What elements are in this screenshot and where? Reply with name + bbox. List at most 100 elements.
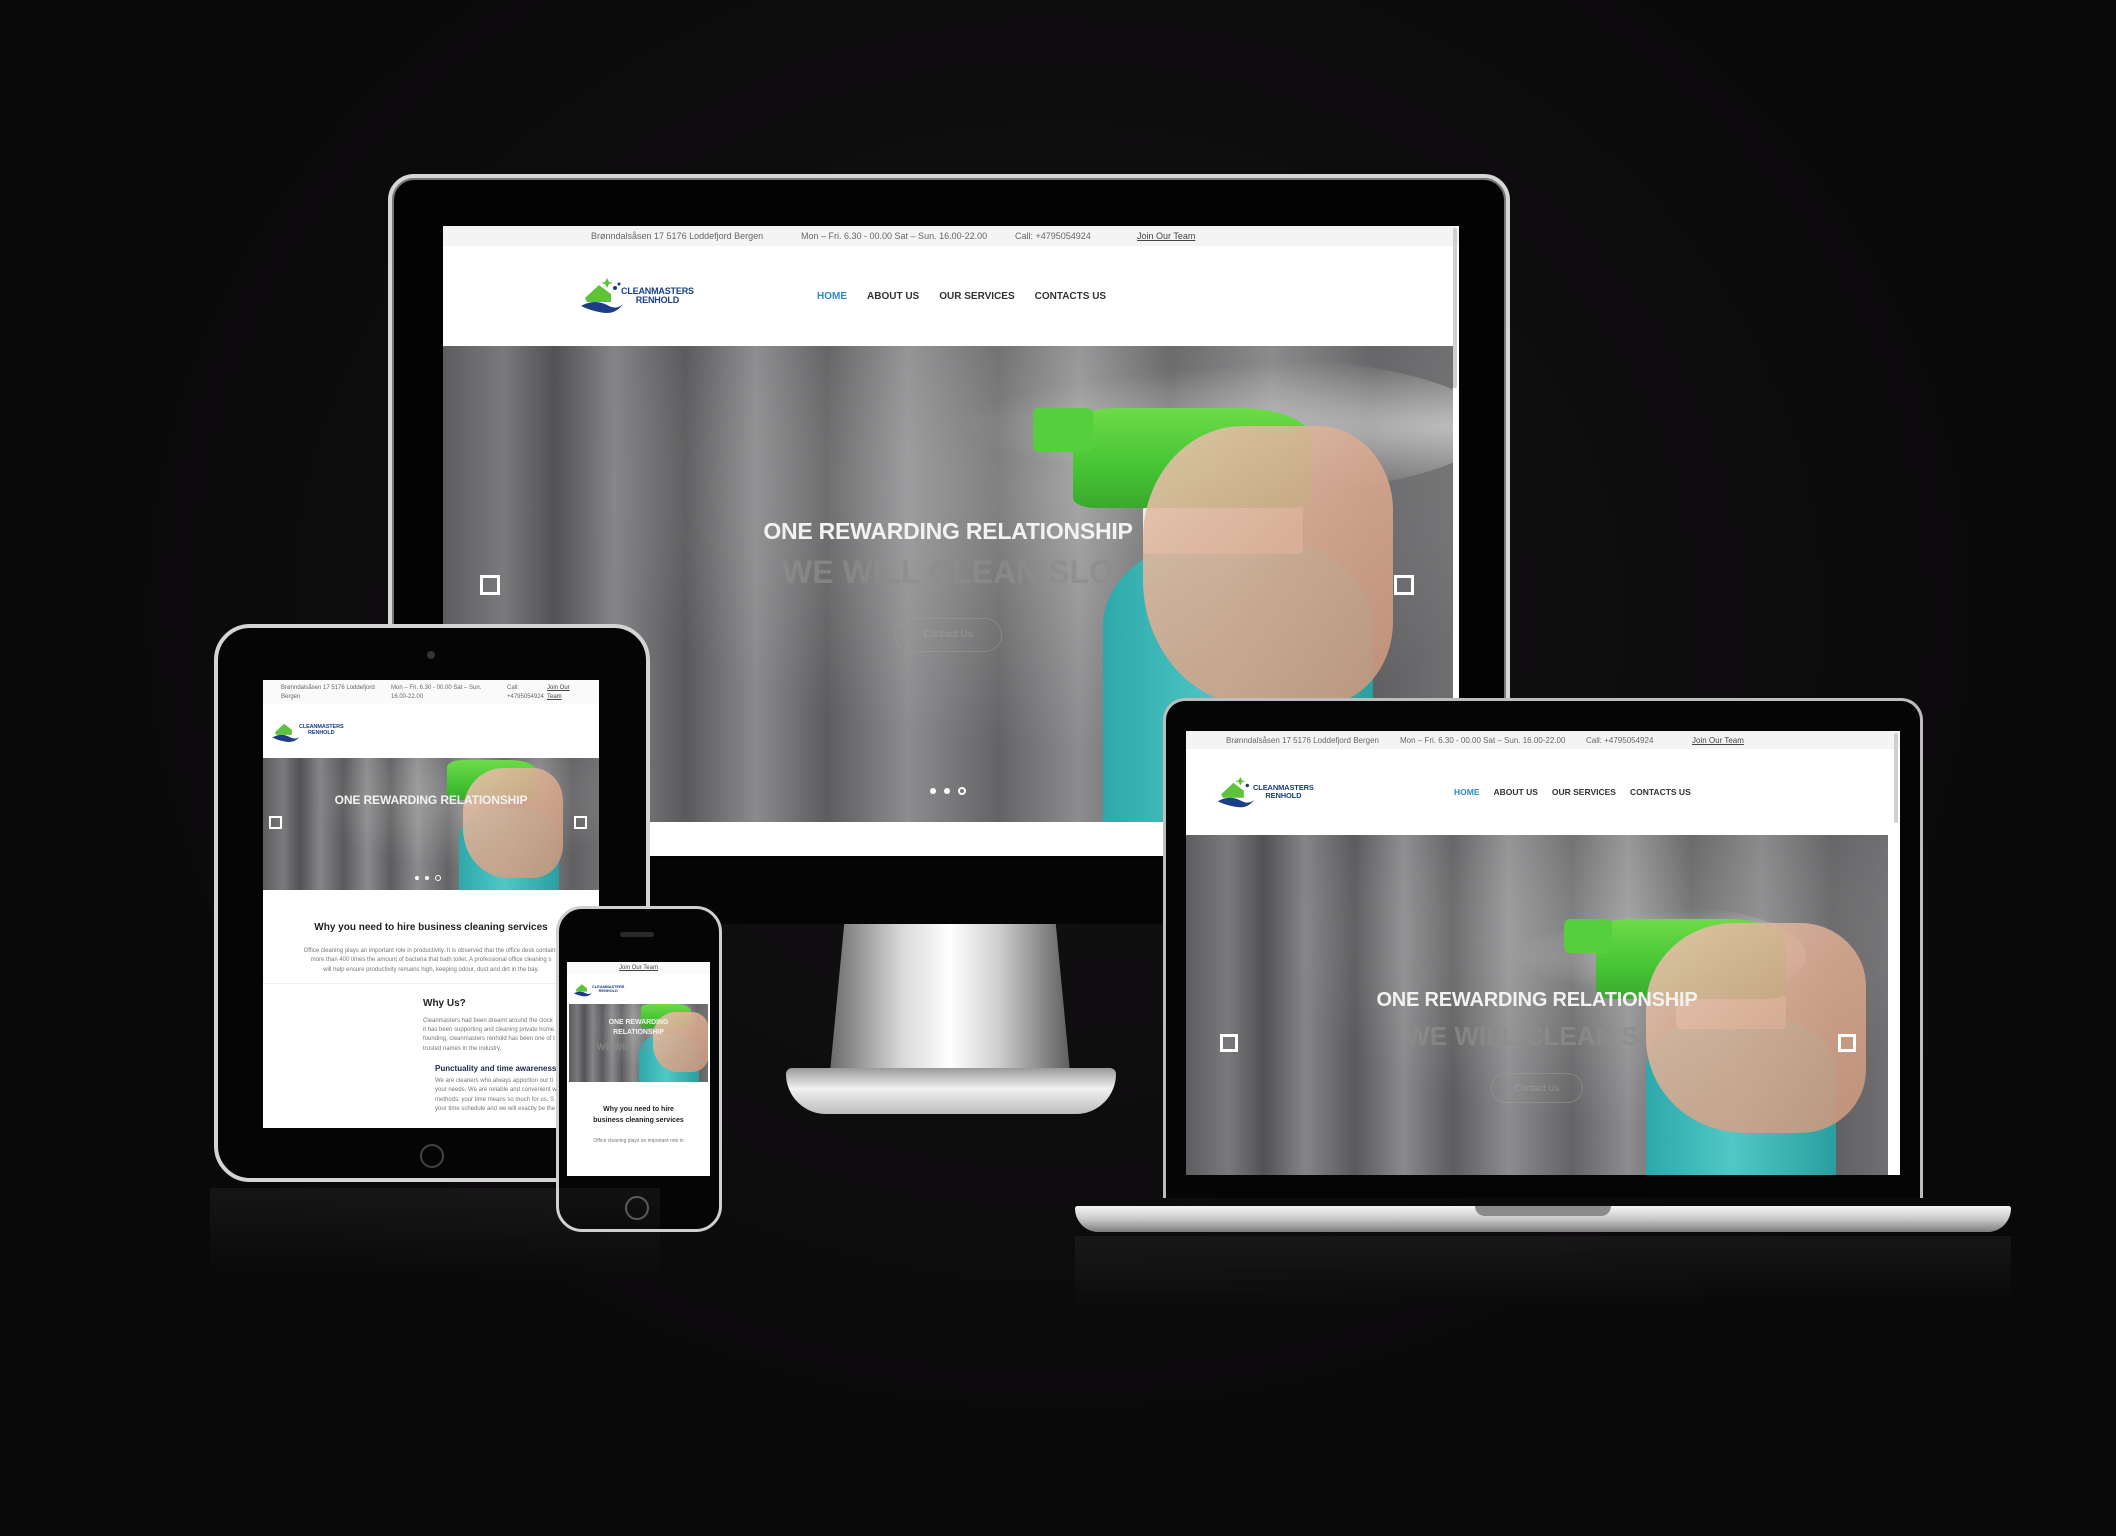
desktop-scrollbar[interactable]: [1453, 228, 1457, 388]
laptop-topbar: Brønndalsåsen 17 5176 Loddefjord Bergen …: [1186, 731, 1900, 749]
imac-stand-base: [786, 1068, 1116, 1114]
hero-contact-button[interactable]: Contact Us: [1491, 1073, 1583, 1103]
topbar-hours: Mon – Fri. 6.30 - 00.00 Sat – Sun.: [391, 685, 482, 691]
slider-pagination: [930, 787, 966, 795]
site-logo[interactable]: CLEANMASTERS RENHOLD: [1216, 775, 1470, 810]
slider-prev-icon[interactable]: [1220, 1034, 1238, 1052]
slider-prev-icon[interactable]: [480, 575, 500, 595]
section-text: Office cleaning plays an important role …: [593, 1138, 684, 1145]
tablet-hero: ONE REWARDING RELATIONSHIP: [263, 758, 599, 890]
pagination-dot[interactable]: [415, 876, 419, 880]
site-logo[interactable]: CLEANMASTERS RENHOLD: [579, 276, 837, 316]
section-title: Why you need to hire business cleaning s…: [573, 1104, 704, 1126]
main-nav: HOME ABOUT US OUR SERVICES CONTACTS US: [1454, 787, 1691, 797]
slider-next-icon[interactable]: [1838, 1034, 1856, 1052]
laptop-scrollbar[interactable]: [1894, 733, 1898, 823]
laptop-notch: [1475, 1206, 1611, 1216]
pagination-dot-active[interactable]: [958, 787, 966, 795]
hero-subtitle: WE WILL CLEAN SLO: [782, 554, 1114, 590]
topbar-hours: Mon – Fri. 6.30 - 00.00 Sat – Sun. 16.00…: [801, 231, 988, 241]
imac-stand-neck: [830, 922, 1070, 1072]
tablet-header: CLEANMASTERS RENHOLD: [263, 704, 599, 758]
logo-line2: RENHOLD: [308, 730, 335, 736]
slider-next-icon[interactable]: [574, 816, 587, 829]
nav-home[interactable]: HOME: [1454, 787, 1480, 797]
pagination-dot-active[interactable]: [435, 875, 441, 881]
slider-next-icon[interactable]: [1394, 575, 1414, 595]
nav-about[interactable]: ABOUT US: [1494, 787, 1538, 797]
logo-house-icon: [1217, 776, 1255, 807]
section-text-line: more than 400 times the amount of bacter…: [310, 957, 552, 964]
main-nav: HOME ABOUT US OUR SERVICES CONTACTS US: [817, 291, 1106, 302]
responsive-mockup-stage: Brønndalsåsen 17 5176 Loddefjord Bergen …: [0, 0, 2116, 1536]
tablet-content: Why you need to hire business cleaning s…: [263, 890, 599, 1114]
section-text-line: will help ensure productivity remains hi…: [323, 966, 539, 973]
slider-prev-icon[interactable]: [269, 816, 282, 829]
laptop-header: CLEANMASTERS RENHOLD HOME ABOUT US OUR S…: [1186, 749, 1900, 835]
logo-house-icon: [573, 984, 593, 997]
site-logo[interactable]: CLEANMASTERS RENHOLD: [573, 980, 624, 998]
join-team-link[interactable]: Join Our Team: [547, 684, 570, 702]
section-text-line: Office cleaning plays an important role …: [303, 948, 559, 954]
tablet-topbar: Brønndalsåsen 17 5176 Loddefjord Bergen …: [263, 680, 599, 704]
section-title-line2: business cleaning services: [593, 1117, 684, 1125]
section-title: Why you need to hire business cleaning s…: [314, 922, 548, 933]
topbar-address: Brønndalsåsen 17 5176 Loddefjord: [281, 685, 375, 691]
nav-services[interactable]: OUR SERVICES: [939, 291, 1014, 302]
logo-house-icon: [272, 723, 300, 743]
hero-title-line1: ONE REWARDING: [608, 1019, 669, 1026]
slider-pagination: [415, 875, 441, 881]
phone-header: CLEANMASTERS RENHOLD: [567, 974, 710, 1004]
hero-contact-button[interactable]: Contact Us: [894, 618, 1002, 652]
phone-website: Join Our Team CLEANMASTERS RENHOLD ONE R…: [567, 962, 710, 1176]
logo-text: CLEANMASTERS RENHOLD: [621, 286, 694, 306]
topbar-address-2: Bergen: [281, 694, 301, 700]
topbar-phone-2: +4795054924: [507, 694, 544, 700]
topbar-address: Brønndalsåsen 17 5176 Loddefjord Bergen: [591, 231, 764, 241]
hero-title: ONE REWARDING RELATIONSHIP: [763, 518, 1133, 544]
tablet-camera: [427, 651, 435, 659]
hero-title: ONE REWARDING RELATIONSHIP: [569, 1018, 708, 1038]
topbar-phone: Call: +4795054924: [1586, 735, 1654, 745]
logo-line2: RENHOLD: [1265, 791, 1302, 800]
tablet-website: Brønndalsåsen 17 5176 Loddefjord Bergen …: [263, 680, 599, 1128]
laptop-website: Brønndalsåsen 17 5176 Loddefjord Bergen …: [1186, 731, 1900, 1175]
phone-content: Why you need to hire business cleaning s…: [567, 1082, 710, 1146]
hero-subtitle: WE WILL CLEAN S: [1405, 1021, 1639, 1051]
section-text: Office cleaning plays an important role …: [277, 947, 585, 975]
logo-line2: RENHOLD: [635, 295, 680, 305]
join-team-link[interactable]: Join Our Team: [1137, 231, 1195, 241]
join-team-link[interactable]: Join Our Team: [1692, 736, 1744, 745]
nav-home[interactable]: HOME: [817, 291, 847, 302]
join-l2: Team: [547, 694, 562, 700]
nav-services[interactable]: OUR SERVICES: [1552, 787, 1616, 797]
nav-about[interactable]: ABOUT US: [867, 291, 919, 302]
phone-speaker: [620, 932, 654, 937]
nav-contacts[interactable]: CONTACTS US: [1035, 291, 1106, 302]
pagination-dot[interactable]: [930, 788, 936, 794]
topbar-hours: Mon – Fri. 6.30 - 00.00 Sat – Sun. 16.00…: [1400, 735, 1566, 745]
pagination-dot[interactable]: [944, 788, 950, 794]
hero-subtitle: WE WILL CL: [596, 1042, 651, 1052]
logo-house-icon: [579, 276, 625, 316]
topbar-phone: Call: +4795054924: [1015, 231, 1091, 241]
topbar-phone: Call:: [507, 685, 520, 691]
phone-topbar: Join Our Team: [567, 962, 710, 974]
divider: [263, 982, 599, 984]
floor-reflection: [210, 1188, 660, 1278]
hero-title: ONE REWARDING RELATIONSHIP: [334, 793, 528, 807]
section-title-line1: Why you need to hire: [603, 1106, 674, 1113]
tablet-home-button[interactable]: [420, 1144, 444, 1168]
site-logo[interactable]: CLEANMASTERS RENHOLD: [271, 718, 344, 744]
join-team-link[interactable]: Join Our Team: [619, 965, 658, 971]
desktop-topbar: Brønndalsåsen 17 5176 Loddefjord Bergen …: [443, 226, 1459, 246]
phone-hero: ONE REWARDING RELATIONSHIP WE WILL CL: [569, 1004, 708, 1082]
nav-contacts[interactable]: CONTACTS US: [1630, 787, 1691, 797]
floor-reflection: [1075, 1236, 2011, 1306]
pagination-dot[interactable]: [425, 876, 429, 880]
join-l1: Join Our: [547, 685, 570, 691]
logo-line2: RENHOLD: [598, 988, 618, 993]
hero-title: ONE REWARDING RELATIONSHIP: [1376, 989, 1698, 1011]
topbar-address: Brønndalsåsen 17 5176 Loddefjord Bergen: [1226, 735, 1379, 745]
hero-slider: ONE REWARDING RELATIONSHIP WE WILL CLEAN…: [1186, 835, 1888, 1175]
